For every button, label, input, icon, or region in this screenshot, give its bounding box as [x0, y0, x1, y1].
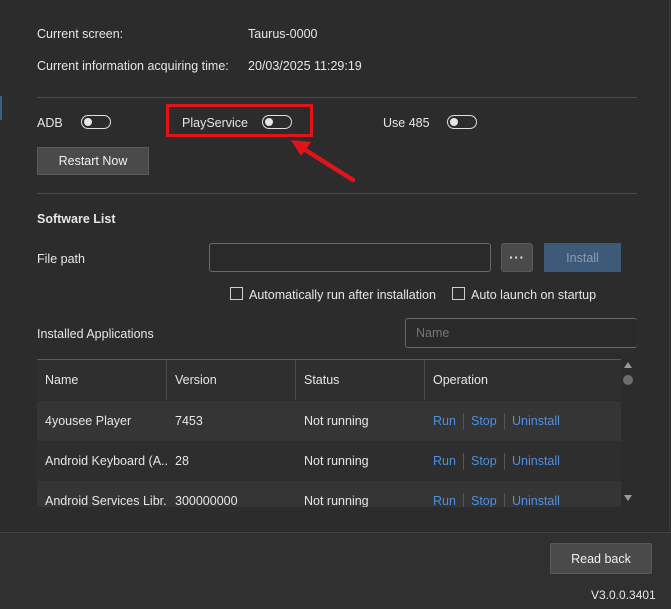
software-list-title: Software List	[37, 212, 116, 226]
read-back-button[interactable]: Read back	[550, 543, 652, 574]
column-header-name[interactable]: Name	[37, 360, 167, 400]
auto-launch-checkbox[interactable]	[452, 287, 465, 300]
installed-apps-table: Name Version Status Operation 4yousee Pl…	[37, 359, 621, 507]
app-name: Android Services Libr...	[45, 494, 167, 507]
highlight-box	[166, 104, 313, 137]
divider	[37, 193, 637, 194]
table-scrollbar[interactable]	[621, 359, 636, 506]
left-accent-bar	[0, 96, 2, 120]
stop-link[interactable]: Stop	[471, 441, 497, 481]
app-name: 4yousee Player	[45, 414, 132, 428]
separator	[463, 493, 464, 507]
use485-toggle[interactable]	[447, 115, 477, 129]
install-button[interactable]: Install	[544, 243, 621, 272]
uninstall-link[interactable]: Uninstall	[512, 401, 560, 441]
column-header-operation[interactable]: Operation	[425, 360, 621, 400]
file-path-input[interactable]	[209, 243, 491, 272]
panel-border	[669, 0, 670, 531]
table-row: Android Keyboard (A... 28 Not running Ru…	[37, 441, 621, 481]
auto-run-label: Automatically run after installation	[249, 288, 436, 302]
separator	[504, 413, 505, 430]
adb-label: ADB	[37, 116, 63, 130]
divider	[37, 97, 637, 98]
separator	[504, 493, 505, 507]
auto-run-checkbox[interactable]	[230, 287, 243, 300]
arrow-icon	[291, 140, 356, 183]
table-header: Name Version Status Operation	[37, 360, 621, 400]
table-row: 4yousee Player 7453 Not running Run Stop…	[37, 401, 621, 441]
toggle-knob	[84, 117, 92, 126]
uninstall-link[interactable]: Uninstall	[512, 441, 560, 481]
run-link[interactable]: Run	[433, 401, 456, 441]
stop-link[interactable]: Stop	[471, 481, 497, 507]
browse-button[interactable]: ···	[501, 243, 533, 272]
current-screen-label: Current screen:	[37, 27, 124, 41]
scroll-down-icon[interactable]	[624, 495, 632, 501]
scroll-thumb[interactable]	[623, 375, 633, 385]
app-version: 300000000	[175, 494, 238, 507]
app-status: Not running	[304, 494, 369, 507]
stop-link[interactable]: Stop	[471, 401, 497, 441]
app-search-input[interactable]	[405, 318, 637, 348]
acquire-time-value: 20/03/2025 11:29:19	[248, 59, 362, 73]
separator	[463, 453, 464, 470]
version-label: V3.0.0.3401	[591, 588, 656, 602]
table-row: Android Services Libr... 300000000 Not r…	[37, 481, 621, 507]
adb-toggle[interactable]	[81, 115, 111, 129]
column-header-version[interactable]: Version	[167, 360, 296, 400]
separator	[504, 453, 505, 470]
toggle-knob	[450, 117, 458, 126]
auto-launch-label: Auto launch on startup	[471, 288, 597, 302]
uninstall-link[interactable]: Uninstall	[512, 481, 560, 507]
separator	[463, 413, 464, 430]
column-header-status[interactable]: Status	[296, 360, 425, 400]
app-version: 28	[175, 454, 189, 468]
app-status: Not running	[304, 414, 369, 428]
app-status: Not running	[304, 454, 369, 468]
restart-now-button[interactable]: Restart Now	[37, 147, 149, 175]
installed-apps-title: Installed Applications	[37, 327, 154, 341]
current-screen-value: Taurus-0000	[248, 27, 318, 41]
app-name: Android Keyboard (A...	[45, 454, 167, 468]
file-path-label: File path	[37, 252, 85, 266]
use485-label: Use 485	[383, 116, 430, 130]
app-version: 7453	[175, 414, 203, 428]
scroll-up-icon[interactable]	[624, 362, 632, 368]
acquire-time-label: Current information acquiring time:	[37, 59, 229, 73]
run-link[interactable]: Run	[433, 441, 456, 481]
run-link[interactable]: Run	[433, 481, 456, 507]
